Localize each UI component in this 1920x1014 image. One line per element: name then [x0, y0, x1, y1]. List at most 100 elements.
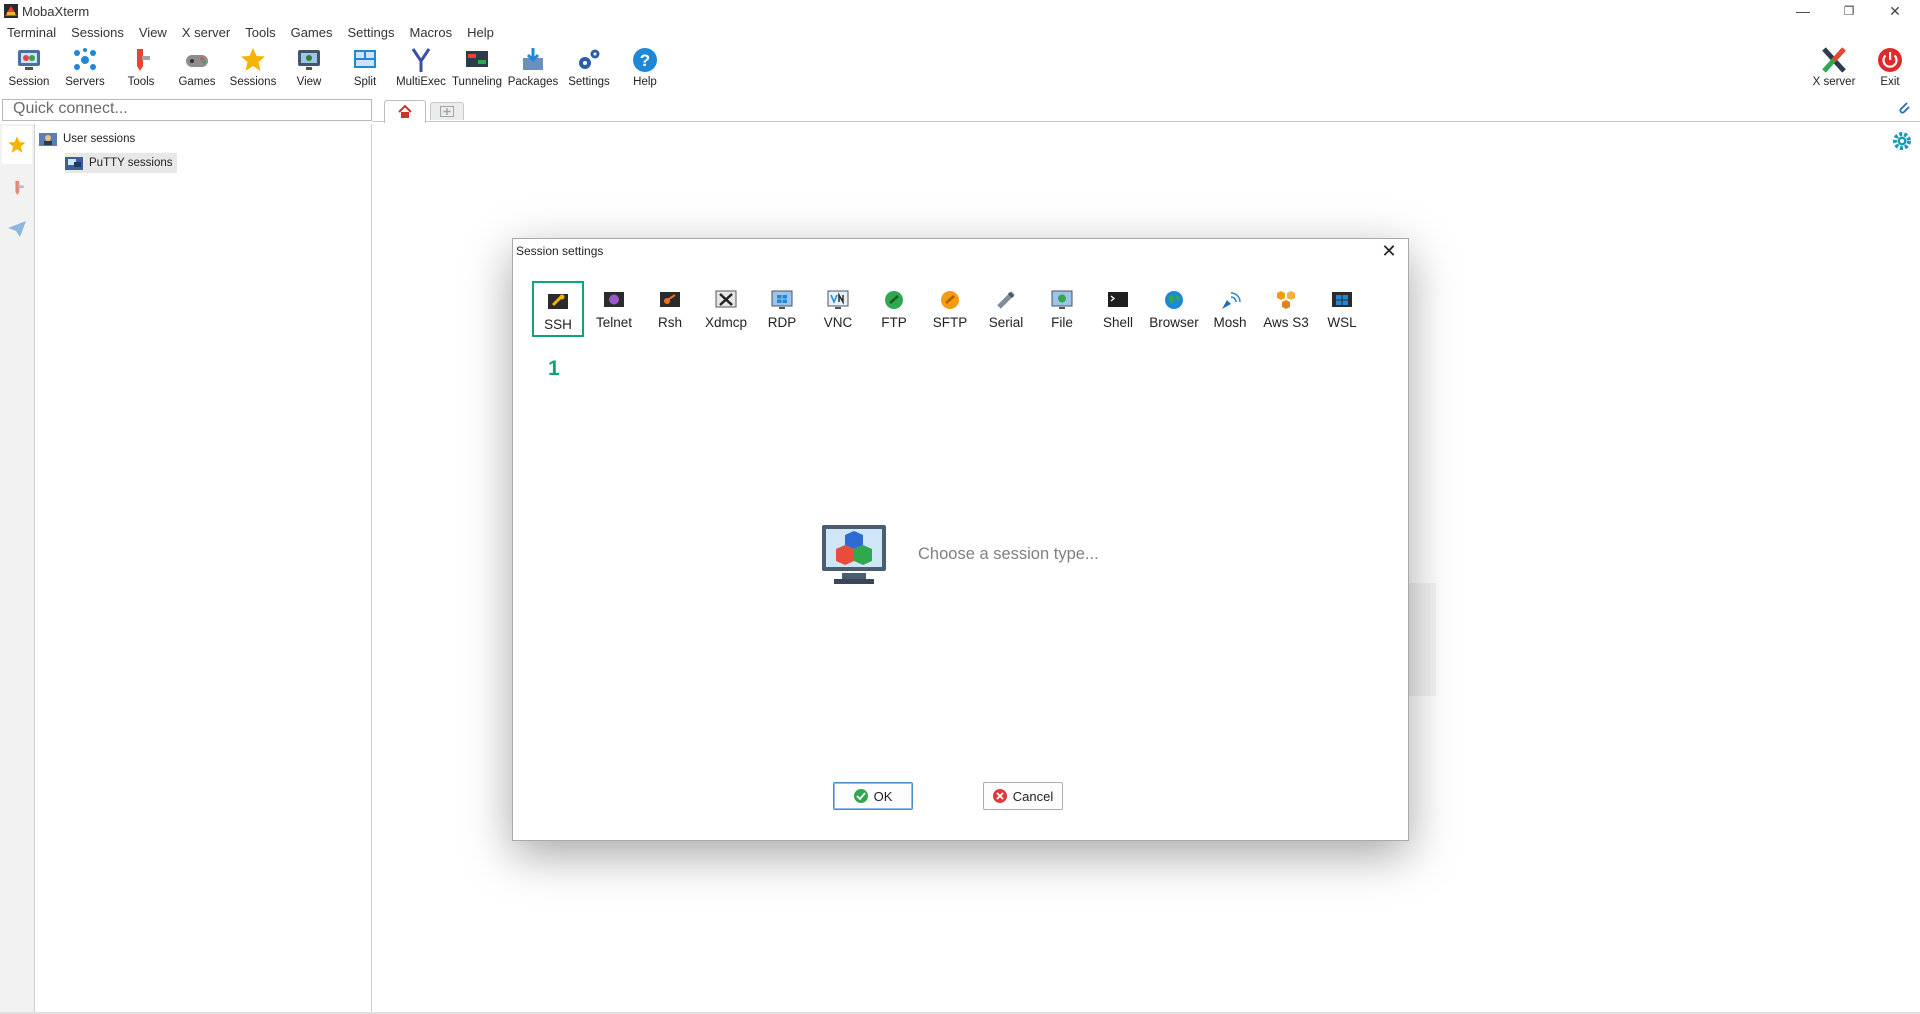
- session-type-label: SSH: [544, 317, 572, 332]
- side-tab-sessions[interactable]: [2, 126, 32, 164]
- home-icon: [398, 105, 412, 118]
- toolbar-view-button[interactable]: View: [281, 44, 337, 94]
- xserver-icon: [1822, 47, 1846, 73]
- toolbar-settings-label: Settings: [568, 76, 610, 88]
- minimize-button[interactable]: —: [1780, 0, 1826, 22]
- side-tab-tools[interactable]: [2, 168, 32, 206]
- toolbar-games-button[interactable]: Games: [169, 44, 225, 94]
- tree-label: PuTTY sessions: [89, 157, 173, 169]
- title-bar: MobaXterm — ❐ ✕: [0, 0, 1920, 22]
- menu-settings[interactable]: Settings: [341, 24, 403, 42]
- tools-icon: [137, 49, 150, 71]
- menu-sessions[interactable]: Sessions: [64, 24, 132, 42]
- session-type-shell[interactable]: Shell: [1092, 281, 1144, 337]
- toolbar-tools-button[interactable]: Tools: [113, 44, 169, 94]
- gear-icon[interactable]: [1891, 130, 1913, 152]
- session-type-label: VNC: [823, 315, 853, 330]
- toolbar-sessions-button[interactable]: Sessions: [225, 44, 281, 94]
- menu-terminal[interactable]: Terminal: [0, 24, 64, 42]
- toolbar-help-button[interactable]: ? Help: [617, 44, 673, 94]
- close-window-button[interactable]: ✕: [1872, 0, 1918, 22]
- new-tab-button[interactable]: [430, 102, 464, 120]
- choose-session-hint: Choose a session type...: [918, 545, 1099, 563]
- session-type-xdmcp[interactable]: Xdmcp: [700, 281, 752, 337]
- session-type-rdp[interactable]: RDP: [756, 281, 808, 337]
- session-settings-dialog: Session settings ✕ SSH Telnet Rsh Xdmcp: [512, 238, 1409, 841]
- session-type-serial[interactable]: Serial: [980, 281, 1032, 337]
- vnc-icon: [827, 290, 849, 309]
- tree-item-putty-sessions[interactable]: PuTTY sessions: [65, 153, 177, 173]
- toolbar-tools-label: Tools: [127, 76, 155, 88]
- new-tab-icon: [440, 106, 454, 117]
- putty-folder-icon: [65, 157, 83, 170]
- rdp-icon: [771, 290, 793, 309]
- session-type-vnc[interactable]: VNC: [812, 281, 864, 337]
- menu-help[interactable]: Help: [460, 24, 502, 42]
- ok-label: OK: [873, 788, 893, 804]
- session-type-label: WSL: [1327, 315, 1357, 330]
- tree-label: User sessions: [63, 133, 136, 145]
- session-type-placeholder-icon: [822, 525, 886, 584]
- tree-item-user-sessions[interactable]: User sessions: [39, 129, 135, 149]
- session-type-telnet[interactable]: Telnet: [588, 281, 640, 337]
- session-type-sftp[interactable]: SFTP: [924, 281, 976, 337]
- mobaxterm-logo-icon: [4, 4, 18, 18]
- step-marker: 1: [548, 357, 560, 380]
- toolbar-split-label: Split: [353, 76, 377, 88]
- toolbar-multiexec-button[interactable]: MultiExec: [393, 44, 449, 94]
- side-tab-strip: [0, 124, 35, 1014]
- toolbar-servers-button[interactable]: Servers: [57, 44, 113, 94]
- quick-connect-input[interactable]: [3, 100, 368, 118]
- cancel-button[interactable]: Cancel: [983, 782, 1063, 810]
- session-type-rsh[interactable]: Rsh: [644, 281, 696, 337]
- quick-connect-box: [2, 99, 372, 121]
- session-type-wsl[interactable]: WSL: [1316, 281, 1368, 337]
- toolbar-session-button[interactable]: Session: [1, 44, 57, 94]
- toolbar-packages-button[interactable]: Packages: [505, 44, 561, 94]
- windows-icon: [1332, 292, 1352, 307]
- session-type-mosh[interactable]: Mosh: [1204, 281, 1256, 337]
- servers-icon: [74, 48, 96, 70]
- telnet-icon: [604, 292, 624, 307]
- session-type-ssh[interactable]: SSH: [532, 281, 584, 337]
- toolbar-help-label: Help: [633, 76, 657, 88]
- session-type-label: Shell: [1102, 315, 1134, 330]
- session-type-label: Rsh: [657, 315, 682, 330]
- menu-macros[interactable]: Macros: [402, 24, 460, 42]
- menu-tools[interactable]: Tools: [238, 24, 283, 42]
- toolbar-split-button[interactable]: Split: [337, 44, 393, 94]
- toolbar-exit-label: Exit: [1880, 76, 1900, 88]
- session-type-ftp[interactable]: FTP: [868, 281, 920, 337]
- menu-games[interactable]: Games: [284, 24, 341, 42]
- toolbar-xserver-button[interactable]: X server: [1806, 44, 1862, 94]
- rsh-icon: [660, 292, 680, 307]
- toolbar-exit-button[interactable]: Exit: [1862, 44, 1918, 94]
- session-type-label: SFTP: [932, 315, 968, 330]
- session-type-file[interactable]: File: [1036, 281, 1088, 337]
- session-type-label: FTP: [881, 315, 907, 330]
- side-tab-macros[interactable]: [2, 210, 32, 248]
- ok-button[interactable]: OK: [833, 782, 913, 810]
- toolbar-settings-button[interactable]: Settings: [561, 44, 617, 94]
- session-type-label: Serial: [988, 315, 1024, 330]
- toolbar-sessions-label: Sessions: [229, 76, 277, 88]
- split-icon: [354, 50, 376, 68]
- star-icon: [241, 48, 265, 71]
- session-type-aws-s3[interactable]: Aws S3: [1260, 281, 1312, 337]
- session-type-label: File: [1051, 315, 1073, 330]
- shell-icon: [1108, 292, 1128, 307]
- dialog-close-button[interactable]: ✕: [1376, 240, 1402, 262]
- toolbar-games-label: Games: [178, 76, 216, 88]
- home-tab[interactable]: [384, 100, 426, 123]
- globe-icon: [1165, 291, 1183, 309]
- check-icon: [853, 789, 868, 803]
- menu-x-server[interactable]: X server: [175, 24, 238, 42]
- paperclip-icon[interactable]: [1896, 100, 1912, 116]
- session-type-browser[interactable]: Browser: [1148, 281, 1200, 337]
- toolbar-tunneling-button[interactable]: Tunneling: [449, 44, 505, 94]
- restore-button[interactable]: ❐: [1826, 0, 1872, 22]
- tools-icon: [15, 180, 24, 196]
- cancel-label: Cancel: [1012, 788, 1054, 804]
- star-icon: [8, 136, 26, 153]
- menu-view[interactable]: View: [132, 24, 175, 42]
